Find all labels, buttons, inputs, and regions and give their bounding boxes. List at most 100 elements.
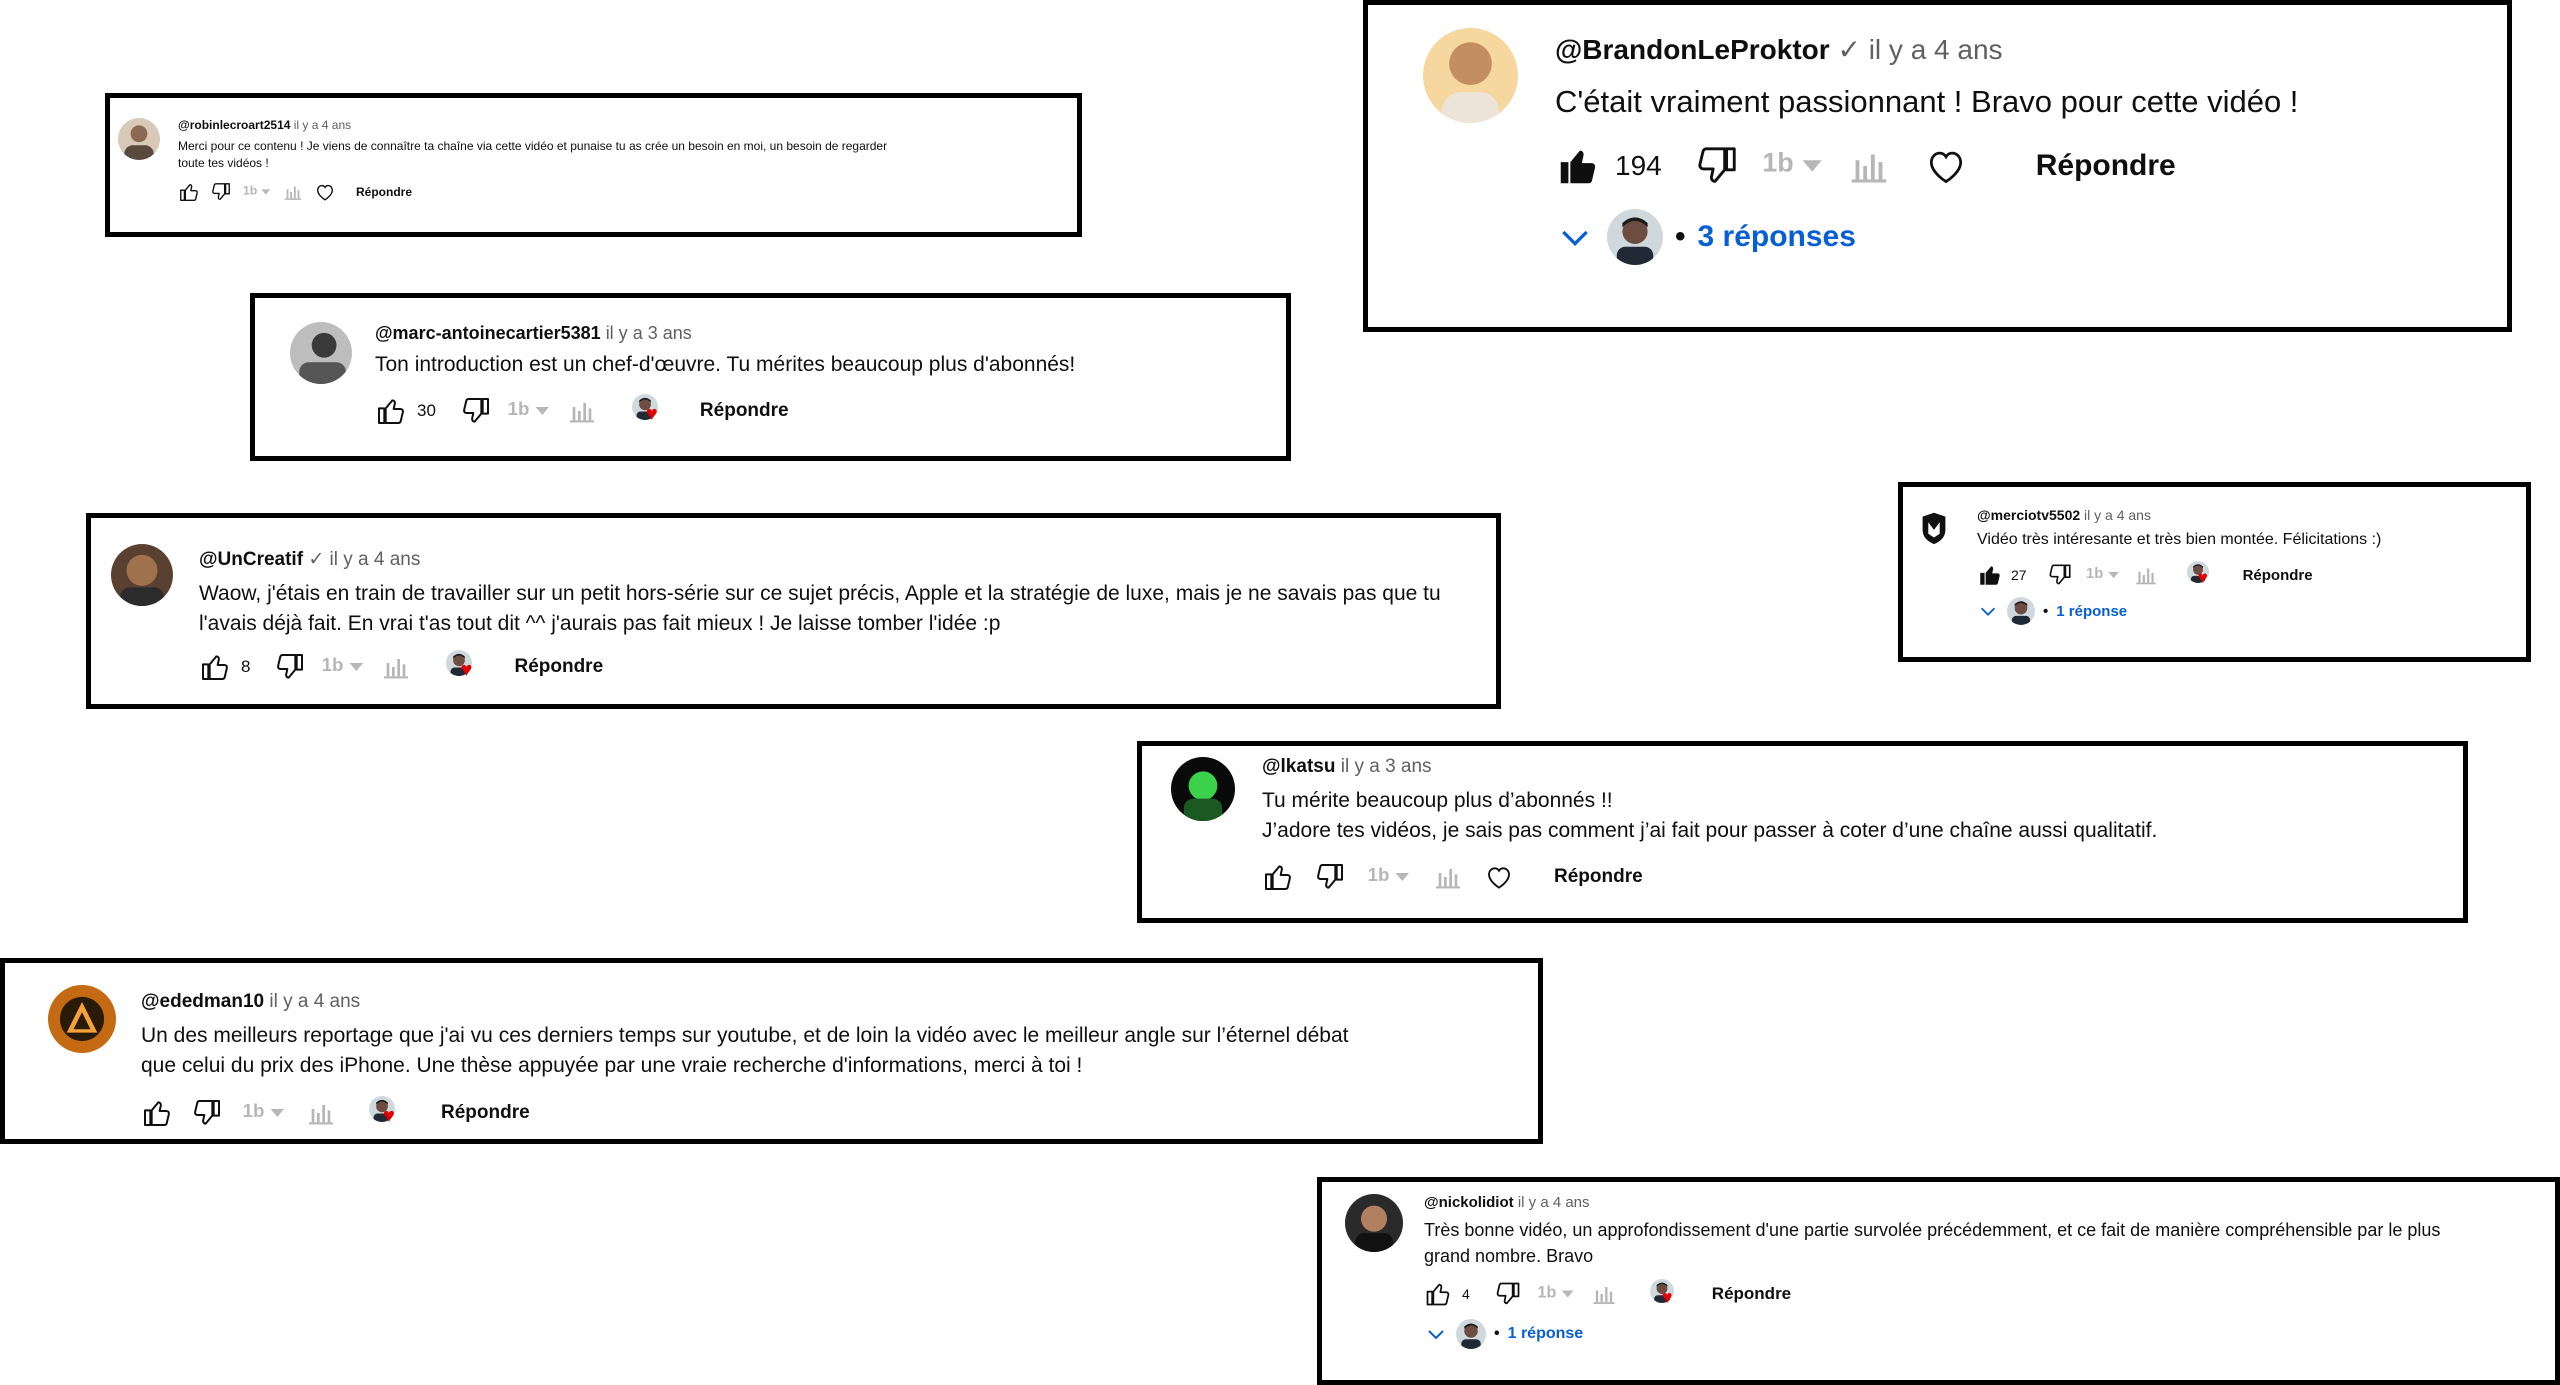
thumbs-down-icon[interactable] <box>460 395 492 427</box>
creator-avatar <box>2007 597 2035 626</box>
translate-icon[interactable]: 1b <box>2085 562 2121 588</box>
reply-button[interactable]: Répondre <box>1712 1284 1791 1304</box>
timestamp[interactable]: il y a 4 ans <box>330 549 421 570</box>
comment-text: Merci pour ce contenu ! Je viens de conn… <box>178 139 888 171</box>
translate-icon[interactable]: 1b <box>506 395 552 427</box>
timestamp[interactable]: il y a 4 ans <box>2084 507 2151 523</box>
comment-header: @UnCreatif ✓ il y a 4 ans <box>199 548 1489 571</box>
stats-icon[interactable] <box>282 181 304 203</box>
timestamp[interactable]: il y a 3 ans <box>606 323 692 343</box>
avatar[interactable] <box>1171 757 1235 821</box>
avatar[interactable] <box>1915 509 1953 547</box>
comment-header: @BrandonLeProktor ✓ il y a 4 ans <box>1555 33 2495 66</box>
translate-icon[interactable]: 1b <box>241 1097 287 1129</box>
thumbs-up-icon[interactable] <box>141 1097 173 1129</box>
author-name[interactable]: @ededman10 <box>141 991 264 1012</box>
comment-card: @BrandonLeProktor ✓ il y a 4 ans C'était… <box>1363 0 2512 332</box>
thumbs-down-icon[interactable] <box>1694 143 1740 189</box>
comment-header: @ededman10 il y a 4 ans <box>141 991 1531 1013</box>
creator-heart-icon: ♥ <box>631 394 666 428</box>
author-name[interactable]: @merciotv5502 <box>1977 507 2080 523</box>
reply-button[interactable]: Répondre <box>356 185 412 199</box>
author-name[interactable]: @nickolidiot <box>1424 1194 1514 1211</box>
translate-icon[interactable]: 1b <box>1536 1280 1576 1308</box>
heart-icon[interactable] <box>314 181 336 203</box>
thumbs-up-icon[interactable] <box>1424 1280 1452 1308</box>
comment-text: Tu mérite beaucoup plus d’abonnés !! J’a… <box>1262 789 2158 843</box>
like-count: 27 <box>2011 567 2027 584</box>
thumbs-down-icon[interactable] <box>1494 1280 1522 1308</box>
timestamp[interactable]: il y a 3 ans <box>1341 756 1432 777</box>
thumbs-up-icon[interactable] <box>1262 861 1294 893</box>
heart-icon[interactable] <box>1484 862 1514 892</box>
avatar[interactable] <box>48 985 116 1053</box>
stats-icon[interactable] <box>1590 1280 1618 1308</box>
translate-icon[interactable]: 1b <box>320 651 366 683</box>
timestamp[interactable]: il y a 4 ans <box>1518 1194 1590 1211</box>
author-name[interactable]: @BrandonLeProktor <box>1555 34 1830 65</box>
chevron-down-icon <box>1977 600 1999 622</box>
svg-text:1b: 1b <box>243 183 258 197</box>
author-name[interactable]: @marc-antoinecartier5381 <box>375 323 601 343</box>
comment-card: @ededman10 il y a 4 ans Un des meilleurs… <box>0 958 1543 1144</box>
author-name[interactable]: @robinlecroart2514 <box>178 118 290 132</box>
comment-header: @robinlecroart2514 il y a 4 ans <box>178 118 1058 132</box>
comment-text: Un des meilleurs reportage que j'ai vu c… <box>141 1024 1349 1078</box>
creator-avatar <box>1607 208 1663 265</box>
creator-heart-icon: ♥ <box>369 1095 403 1130</box>
avatar[interactable] <box>1345 1194 1403 1252</box>
creator-heart-icon: ♥ <box>2186 561 2215 589</box>
view-replies-button[interactable]: • 1 réponse <box>1977 597 2517 626</box>
timestamp[interactable]: il y a 4 ans <box>294 118 351 132</box>
reply-button[interactable]: Répondre <box>441 1102 530 1124</box>
timestamp[interactable]: il y a 4 ans <box>269 991 360 1012</box>
heart-icon[interactable] <box>1924 144 1968 188</box>
comment-card: @robinlecroart2514 il y a 4 ans Merci po… <box>105 93 1082 237</box>
comment-text: Waow, j'étais en train de travailler sur… <box>199 582 1441 636</box>
translate-icon[interactable]: 1b <box>1366 861 1412 893</box>
thumbs-down-icon[interactable] <box>1314 861 1346 893</box>
thumbs-up-icon[interactable] <box>375 395 407 427</box>
view-replies-button[interactable]: • 3 réponses <box>1555 208 2495 265</box>
translate-icon[interactable]: 1b <box>242 181 272 203</box>
stats-icon[interactable] <box>305 1097 337 1129</box>
comment-actions: 27 1b ♥ Répondre <box>1977 561 2517 589</box>
reply-button[interactable]: Répondre <box>2243 567 2313 584</box>
stats-icon[interactable] <box>2133 562 2159 588</box>
avatar[interactable] <box>1423 28 1518 123</box>
author-name[interactable]: @lkatsu <box>1262 756 1335 777</box>
svg-text:1b: 1b <box>2086 566 2103 582</box>
svg-text:1b: 1b <box>508 398 530 419</box>
comment-header: @lkatsu il y a 3 ans <box>1262 756 2452 778</box>
thumbs-up-icon[interactable] <box>199 651 231 683</box>
comment-card: @UnCreatif ✓ il y a 4 ans Waow, j'étais … <box>86 513 1501 709</box>
timestamp[interactable]: il y a 4 ans <box>1869 34 2003 65</box>
stats-icon[interactable] <box>1846 143 1892 189</box>
reply-button[interactable]: Répondre <box>514 656 603 678</box>
thumbs-down-icon[interactable] <box>210 181 232 203</box>
comment-header: @merciotv5502 il y a 4 ans <box>1977 507 2517 523</box>
thumbs-down-icon[interactable] <box>191 1097 223 1129</box>
thumbs-up-icon[interactable] <box>1555 143 1601 189</box>
reply-button[interactable]: Répondre <box>700 400 789 422</box>
stats-icon[interactable] <box>380 651 412 683</box>
avatar[interactable] <box>290 322 352 384</box>
reply-button[interactable]: Répondre <box>2036 149 2176 183</box>
stats-icon[interactable] <box>1432 861 1464 893</box>
avatar[interactable] <box>118 118 160 160</box>
comment-actions: 1b ♥ Répondre <box>141 1095 1531 1130</box>
translate-icon[interactable]: 1b <box>1760 143 1826 189</box>
thumbs-up-icon[interactable] <box>1977 562 2003 588</box>
comment-actions: 1b Répondre <box>1262 861 2452 893</box>
thumbs-down-icon[interactable] <box>2047 562 2073 588</box>
like-count: 30 <box>417 401 436 421</box>
view-replies-button[interactable]: • 1 réponse <box>1424 1319 2544 1350</box>
avatar[interactable] <box>111 544 173 606</box>
stats-icon[interactable] <box>566 395 598 427</box>
author-name[interactable]: @UnCreatif <box>199 549 303 570</box>
comment-actions: 8 1b ♥ Répondre <box>199 649 1489 684</box>
thumbs-up-icon[interactable] <box>178 181 200 203</box>
reply-button[interactable]: Répondre <box>1554 866 1643 888</box>
thumbs-down-icon[interactable] <box>274 651 306 683</box>
verified-check-icon: ✓ <box>308 549 325 570</box>
